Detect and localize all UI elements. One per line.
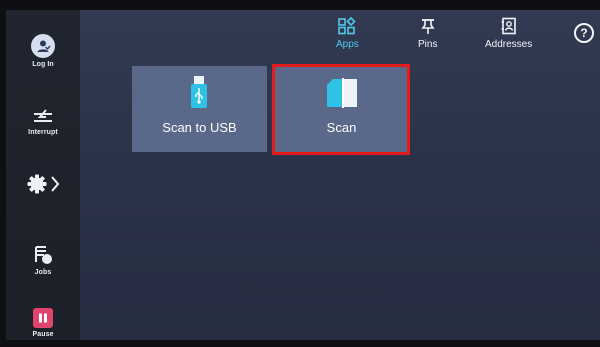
interrupt-button[interactable]: Interrupt bbox=[6, 108, 80, 136]
interrupt-icon bbox=[34, 109, 52, 122]
apps-grid-icon bbox=[338, 17, 357, 35]
user-icon bbox=[31, 34, 55, 58]
sidebar: Log In Interrupt Jobs Pause bbox=[6, 10, 80, 340]
expand-sidebar-button[interactable] bbox=[6, 173, 80, 195]
tab-addresses[interactable]: Addresses bbox=[485, 17, 532, 50]
app-tile-scan-to-usb[interactable]: Scan to USB bbox=[132, 66, 267, 152]
jobs-icon bbox=[35, 246, 52, 264]
pin-icon bbox=[421, 19, 435, 34]
usb-drive-icon bbox=[191, 76, 207, 108]
app-tile-scan-to-usb-label: Scan to USB bbox=[162, 120, 237, 135]
jobs-button[interactable]: Jobs bbox=[6, 244, 80, 276]
pause-button[interactable]: Pause bbox=[6, 308, 80, 338]
help-button[interactable]: ? bbox=[574, 23, 594, 43]
pause-icon bbox=[33, 308, 53, 328]
printer-panel-screen: Log In Interrupt Jobs Pause Apps Pins Ad… bbox=[6, 10, 600, 340]
tab-apps-label: Apps bbox=[336, 39, 359, 50]
gear-icon bbox=[27, 174, 47, 194]
help-icon: ? bbox=[580, 26, 588, 40]
top-navigation: Apps Pins Addresses ? bbox=[80, 10, 600, 62]
tab-pins[interactable]: Pins bbox=[418, 17, 437, 50]
address-book-icon bbox=[501, 17, 516, 35]
tab-addresses-label: Addresses bbox=[485, 39, 533, 50]
tab-pins-label: Pins bbox=[418, 39, 438, 50]
pause-label: Pause bbox=[32, 331, 54, 338]
jobs-label: Jobs bbox=[34, 269, 52, 276]
tab-apps[interactable]: Apps bbox=[336, 17, 359, 50]
login-button[interactable]: Log In bbox=[6, 34, 80, 68]
chevron-right-icon bbox=[51, 176, 60, 192]
scan-highlight-box bbox=[272, 64, 410, 155]
login-label: Log In bbox=[32, 61, 54, 68]
interrupt-label: Interrupt bbox=[28, 129, 58, 136]
